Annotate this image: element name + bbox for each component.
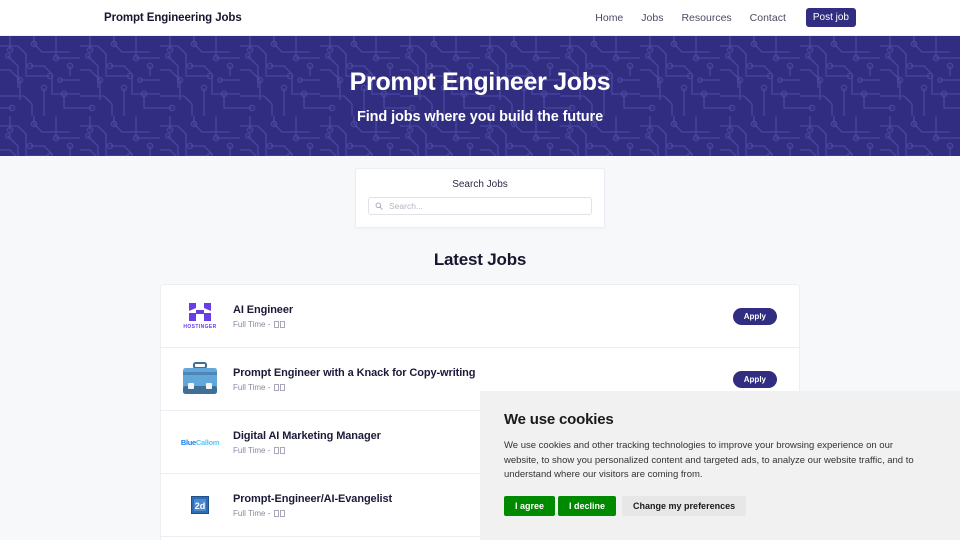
svg-text:2d: 2d (195, 501, 206, 511)
search-label: Search Jobs (452, 179, 508, 190)
search-box[interactable] (368, 197, 592, 215)
hostinger-wordmark: HOSTINGER (183, 324, 217, 330)
nav-link-home[interactable]: Home (595, 12, 623, 24)
search-icon (375, 202, 383, 210)
top-navbar: Prompt Engineering Jobs Home Jobs Resour… (0, 0, 960, 36)
cookie-banner-text: We use cookies and other tracking techno… (504, 439, 914, 481)
search-section: Search Jobs (0, 168, 960, 228)
cookie-agree-button[interactable]: I agree (504, 496, 556, 516)
job-meta: Full Time - (233, 320, 733, 329)
bluecallom-logo: BlueCallom (177, 421, 223, 463)
missing-glyph-icon (273, 446, 279, 454)
post-job-button[interactable]: Post job (805, 8, 856, 27)
job-info: Prompt Engineer with a Knack for Copy-wr… (233, 367, 733, 392)
latest-jobs-heading: Latest Jobs (433, 250, 527, 269)
blue-square-logo: 2d (177, 484, 223, 526)
briefcase-logo (177, 358, 223, 400)
search-card: Search Jobs (355, 168, 605, 228)
cookie-preferences-button[interactable]: Change my preferences (622, 496, 747, 516)
nav-link-jobs[interactable]: Jobs (641, 12, 663, 24)
missing-glyph-icon (279, 509, 285, 517)
apply-button[interactable]: Apply (732, 370, 777, 388)
nav-links: Home Jobs Resources Contact Post job (595, 8, 856, 27)
missing-glyph-icon (273, 509, 279, 517)
missing-glyph-icon (273, 383, 279, 391)
cookie-decline-button[interactable]: I decline (558, 496, 617, 516)
hostinger-logo: HOSTINGER (177, 295, 223, 337)
hero-banner: Prompt Engineer Jobs Find jobs where you… (0, 36, 960, 156)
hostinger-mark (189, 303, 211, 321)
missing-glyph-icon (273, 320, 279, 328)
nav-link-contact[interactable]: Contact (750, 12, 786, 24)
missing-glyph-icon (279, 446, 285, 454)
site-brand[interactable]: Prompt Engineering Jobs (104, 12, 242, 24)
cookie-consent-banner: We use cookies We use cookies and other … (480, 390, 960, 540)
job-info: AI Engineer Full Time - (233, 304, 733, 329)
cookie-banner-actions: I agree I decline Change my preferences (504, 496, 928, 516)
cookie-banner-title: We use cookies (504, 410, 614, 428)
missing-glyph-icon (279, 383, 285, 391)
blue-square-icon: 2d (191, 496, 209, 514)
search-input[interactable] (389, 201, 591, 211)
bluecallom-wordmark: BlueCallom (180, 437, 220, 447)
table-row[interactable]: HOSTINGER AI Engineer Full Time - Apply (161, 285, 799, 348)
missing-glyph-icon (279, 320, 285, 328)
nav-link-resources[interactable]: Resources (681, 12, 731, 24)
briefcase-icon (183, 362, 217, 394)
job-title: Prompt Engineer with a Knack for Copy-wr… (233, 366, 476, 379)
apply-button[interactable]: Apply (732, 307, 777, 325)
page-title: Prompt Engineer Jobs (349, 68, 611, 96)
job-title: AI Engineer (233, 303, 294, 316)
hero-subtitle: Find jobs where you build the future (356, 109, 604, 125)
